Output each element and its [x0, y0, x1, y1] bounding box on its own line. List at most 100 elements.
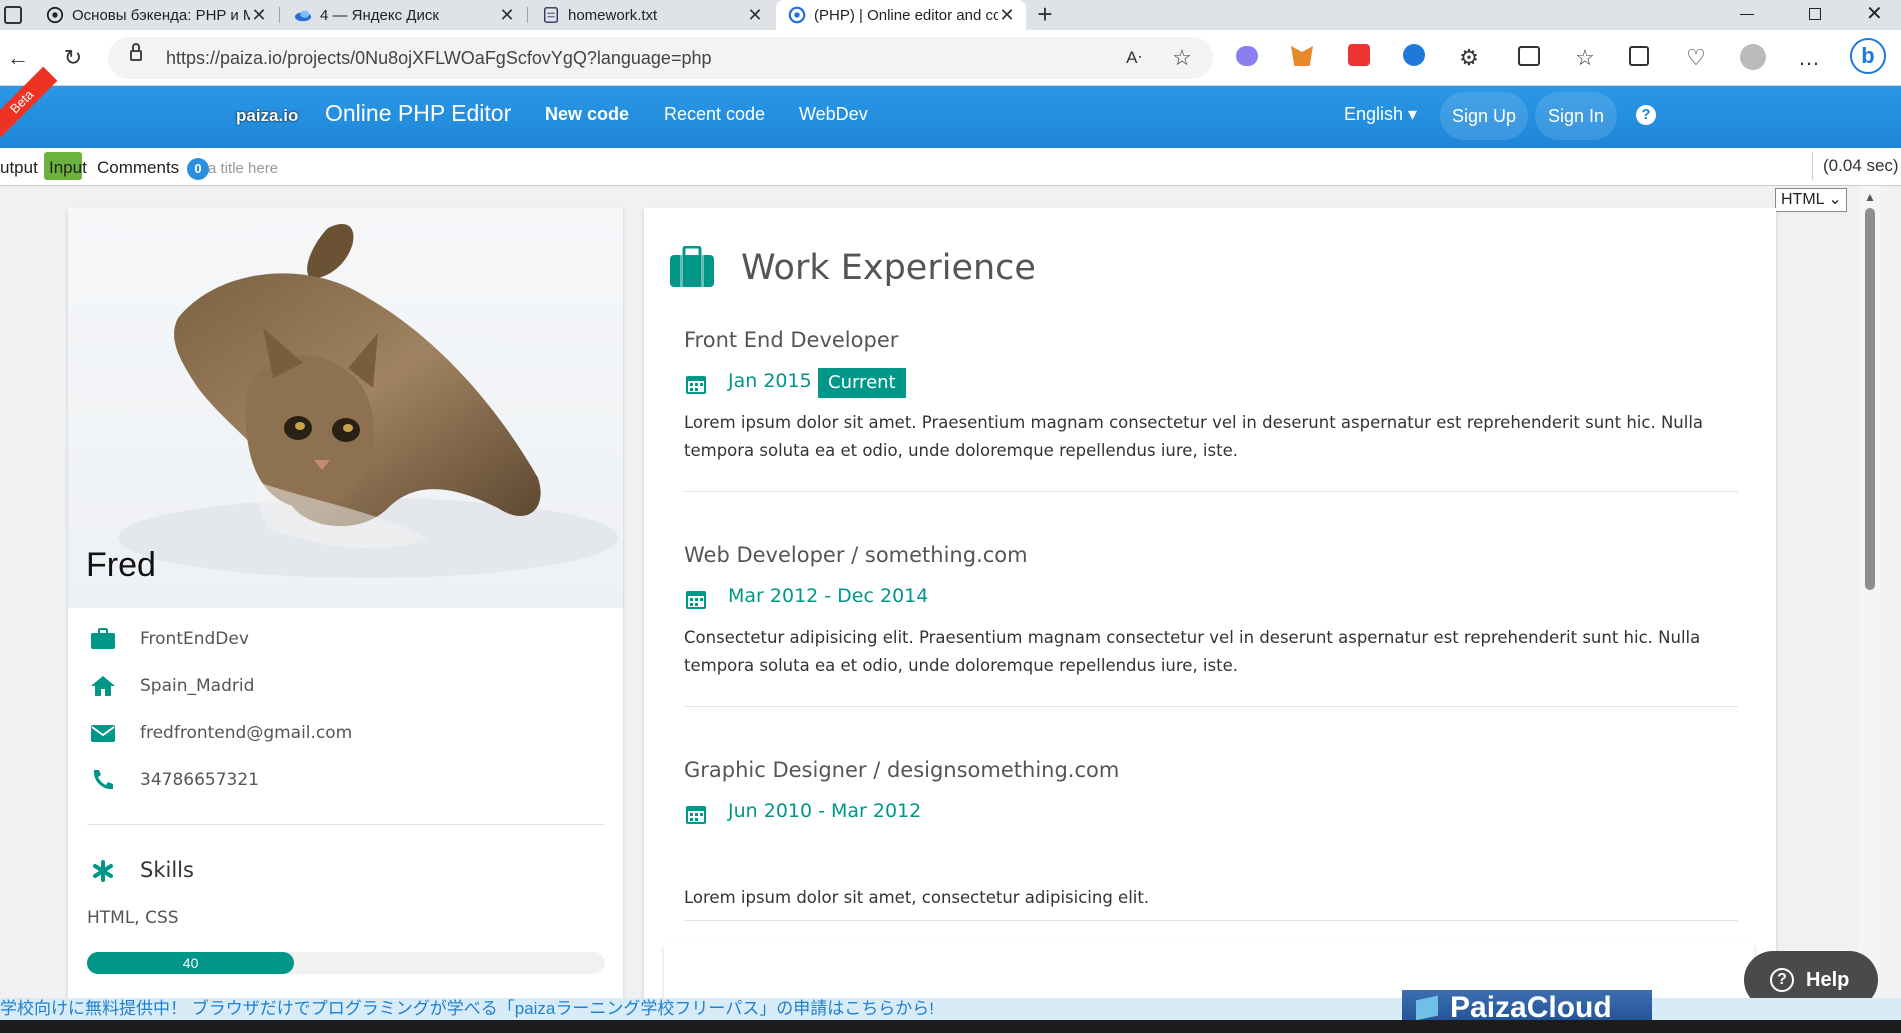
- extension-red-icon[interactable]: [1348, 44, 1370, 66]
- asterisk-icon: [93, 860, 113, 882]
- profile-job: FrontEndDev: [140, 629, 249, 649]
- extensions-puzzle-icon[interactable]: ⚙: [1455, 44, 1483, 72]
- output-preview: HTML ⌄ Fred FrontEndDev Spain_Madrid fre…: [0, 186, 1901, 998]
- browser-tab-bar: Основы бэкенда: PHP и MySQL ✕ 4 — Яндекс…: [0, 0, 1901, 30]
- paiza-header: Beta paiza.io Online PHP Editor New code…: [0, 66, 1901, 148]
- promo-banner[interactable]: 学校向けに無料提供中！ ブラウザだけでプログラミングが学べる「paizaラーニン…: [0, 990, 1901, 1026]
- profile-photo: Fred: [68, 208, 623, 608]
- view-mode-select[interactable]: HTML ⌄: [1775, 188, 1847, 212]
- sign-in-button[interactable]: Sign In: [1535, 92, 1617, 140]
- openai-icon: [46, 6, 64, 24]
- nav-recent-code[interactable]: Recent code: [664, 104, 765, 125]
- metamask-fox-icon[interactable]: [1291, 46, 1313, 66]
- browser-toolbar: ← ↻ https://paiza.io/projects/0Nu8ojXFLW…: [0, 30, 1901, 86]
- tool-divider: [1812, 152, 1813, 180]
- bing-copilot-icon[interactable]: b: [1850, 38, 1886, 74]
- job-dates: Jan 2015 -: [728, 370, 825, 392]
- promo-text[interactable]: 学校向けに無料提供中！ ブラウザだけでプログラミングが学べる「paizaラーニン…: [0, 999, 934, 1018]
- nav-new-code[interactable]: New code: [545, 104, 629, 125]
- calendar-icon: [686, 376, 706, 394]
- extension-copilot-icon[interactable]: [1236, 46, 1258, 66]
- close-icon[interactable]: ✕: [746, 5, 764, 26]
- divider: [684, 491, 1738, 492]
- profile-avatar[interactable]: [1740, 44, 1766, 70]
- skill-label: HTML, CSS: [87, 908, 179, 928]
- paiza-icon: [788, 6, 806, 24]
- job-description: Lorem ipsum dolor sit amet. Praesentium …: [684, 413, 1704, 460]
- profile-phone: 34786657321: [140, 770, 259, 790]
- tab-input-label[interactable]: Input: [49, 158, 87, 178]
- read-aloud-icon[interactable]: Aᐧ: [1120, 44, 1148, 72]
- suitcase-icon: [670, 246, 714, 287]
- minimize-icon[interactable]: [1740, 14, 1754, 15]
- skill-progress-track: 40: [87, 952, 605, 974]
- reload-icon[interactable]: ↻: [59, 44, 87, 72]
- back-icon[interactable]: ←: [4, 44, 32, 72]
- job-description: Lorem ipsum dolor sit amet, consectetur …: [684, 888, 1150, 907]
- current-badge: Current: [818, 368, 906, 398]
- envelope-icon: [91, 725, 115, 742]
- job-title: Front End Developer: [684, 328, 899, 352]
- job-title: Graphic Designer / designsomething.com: [684, 758, 1120, 782]
- scroll-thumb[interactable]: [1865, 208, 1875, 590]
- help-button[interactable]: ? Help: [1744, 951, 1878, 998]
- restore-icon[interactable]: [1809, 8, 1821, 20]
- job-description: Consectetur adipisicing elit. Praesentiu…: [684, 628, 1701, 675]
- divider: [684, 706, 1738, 707]
- phone-icon: [93, 770, 113, 790]
- document-icon: [543, 7, 559, 23]
- tab-actions-icon[interactable]: [4, 6, 22, 24]
- job-dates: Mar 2012 - Dec 2014: [728, 585, 929, 607]
- skills-heading: Skills: [140, 858, 194, 882]
- split-screen-icon[interactable]: [1518, 46, 1540, 66]
- sign-up-button[interactable]: Sign Up: [1440, 92, 1528, 140]
- browser-tab-active[interactable]: (PHP) | Online editor and compiler ✕: [776, 0, 1026, 30]
- job-dates: Jun 2010 - Mar 2012: [728, 800, 922, 822]
- help-question-icon[interactable]: ?: [1636, 105, 1656, 125]
- editor-title[interactable]: Online PHP Editor: [325, 100, 511, 127]
- url-text[interactable]: https://paiza.io/projects/0Nu8ojXFLWOaFg…: [166, 48, 711, 69]
- exec-time: (0.04 sec): [1823, 156, 1899, 175]
- scrollbar[interactable]: ▲ ▼: [1859, 186, 1881, 998]
- more-menu-icon[interactable]: …: [1795, 44, 1823, 72]
- tab-title: Основы бэкенда: PHP и MySQL: [72, 6, 250, 24]
- title-input[interactable]: Enter a title here: [204, 160, 604, 180]
- paiza-logo[interactable]: paiza.io: [236, 106, 298, 126]
- profile-email: fredfrontend@gmail.com: [140, 723, 353, 743]
- favorites-icon[interactable]: ☆: [1571, 44, 1599, 72]
- tab-title: (PHP) | Online editor and compiler: [814, 6, 998, 24]
- browser-essentials-icon[interactable]: ♡: [1682, 44, 1710, 72]
- skill-progress-fill: 40: [87, 952, 295, 974]
- browser-tab[interactable]: 4 — Яндекс Диск ✕: [282, 0, 526, 30]
- tab-comments[interactable]: Comments: [97, 158, 179, 178]
- close-icon[interactable]: ✕: [998, 5, 1016, 26]
- tab-output[interactable]: utput: [0, 158, 38, 178]
- nav-webdev[interactable]: WebDev: [799, 104, 868, 125]
- close-icon[interactable]: ✕: [498, 5, 516, 26]
- tab-title: 4 — Яндекс Диск: [320, 6, 439, 24]
- new-tab-icon[interactable]: +: [1030, 0, 1060, 30]
- work-heading: Work Experience: [741, 248, 1036, 288]
- tab-title: homework.txt: [568, 6, 658, 24]
- browser-tab[interactable]: homework.txt ✕: [530, 0, 774, 30]
- cube-icon: [1416, 995, 1438, 1021]
- collections-icon[interactable]: [1629, 46, 1649, 66]
- yandex-disk-icon: [294, 10, 312, 22]
- favorite-star-icon[interactable]: ☆: [1168, 44, 1196, 72]
- address-bar[interactable]: https://paiza.io/projects/0Nu8ojXFLWOaFg…: [108, 37, 1213, 79]
- divider: [684, 920, 1738, 921]
- scroll-up-arrow[interactable]: ▲: [1864, 190, 1876, 204]
- work-card: Work Experience Front End Developer Jan …: [644, 208, 1776, 998]
- language-dropdown[interactable]: English ▾: [1344, 104, 1417, 125]
- close-icon[interactable]: ✕: [250, 5, 268, 26]
- profile-name: Fred: [86, 546, 156, 584]
- window-close-icon[interactable]: ✕: [1866, 1, 1883, 26]
- divider: [87, 824, 605, 825]
- browser-tab[interactable]: Основы бэкенда: PHP и MySQL ✕: [34, 0, 278, 30]
- job-title: Web Developer / something.com: [684, 543, 1028, 567]
- profile-card: Fred FrontEndDev Spain_Madrid fredfronte…: [68, 208, 623, 998]
- help-circle-icon: ?: [1770, 968, 1794, 992]
- lock-icon[interactable]: [130, 50, 142, 61]
- profile-location: Spain_Madrid: [140, 676, 255, 696]
- extension-blue-icon[interactable]: [1403, 44, 1425, 66]
